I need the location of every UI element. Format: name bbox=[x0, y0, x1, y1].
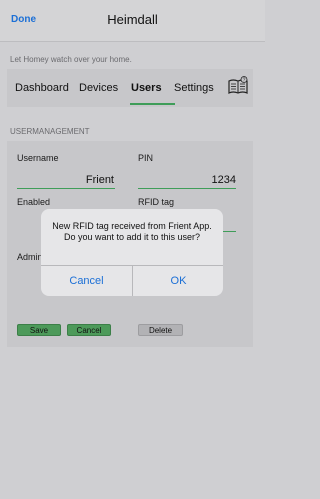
save-button[interactable]: Save bbox=[17, 324, 61, 336]
tab-devices[interactable]: Devices bbox=[79, 82, 118, 94]
username-field[interactable]: Frient bbox=[17, 174, 114, 186]
tab-bar: Dashboard Devices Users Settings ? bbox=[7, 69, 253, 107]
tab-dashboard[interactable]: Dashboard bbox=[15, 82, 69, 94]
delete-button[interactable]: Delete bbox=[138, 324, 183, 336]
active-tab-indicator bbox=[130, 103, 175, 105]
username-underline bbox=[17, 188, 115, 189]
svg-text:?: ? bbox=[243, 77, 246, 83]
navigation-bar: Done Heimdall bbox=[0, 0, 265, 42]
pin-field[interactable]: 1234 bbox=[138, 174, 236, 186]
tab-users[interactable]: Users bbox=[131, 82, 162, 94]
app-subtitle: Let Homey watch over your home. bbox=[10, 55, 132, 64]
book-help-icon[interactable]: ? bbox=[227, 76, 249, 96]
section-label: USERMANAGEMENT bbox=[10, 127, 90, 136]
dialog-message: New RFID tag received from Frient App. D… bbox=[52, 221, 212, 242]
username-label: Username bbox=[17, 153, 59, 163]
enabled-label: Enabled bbox=[17, 197, 51, 207]
pin-label: PIN bbox=[138, 153, 154, 163]
tab-settings[interactable]: Settings bbox=[174, 82, 214, 94]
admin-label: Admin bbox=[17, 252, 43, 262]
page-title: Heimdall bbox=[107, 12, 158, 27]
rfid-label: RFID tag bbox=[138, 197, 175, 207]
dialog-ok-button[interactable]: OK bbox=[133, 266, 223, 296]
dialog-cancel-button[interactable]: Cancel bbox=[41, 266, 132, 296]
cancel-button[interactable]: Cancel bbox=[67, 324, 111, 336]
rfid-alert-dialog: New RFID tag received from Frient App. D… bbox=[41, 209, 223, 296]
pin-underline bbox=[138, 188, 236, 189]
